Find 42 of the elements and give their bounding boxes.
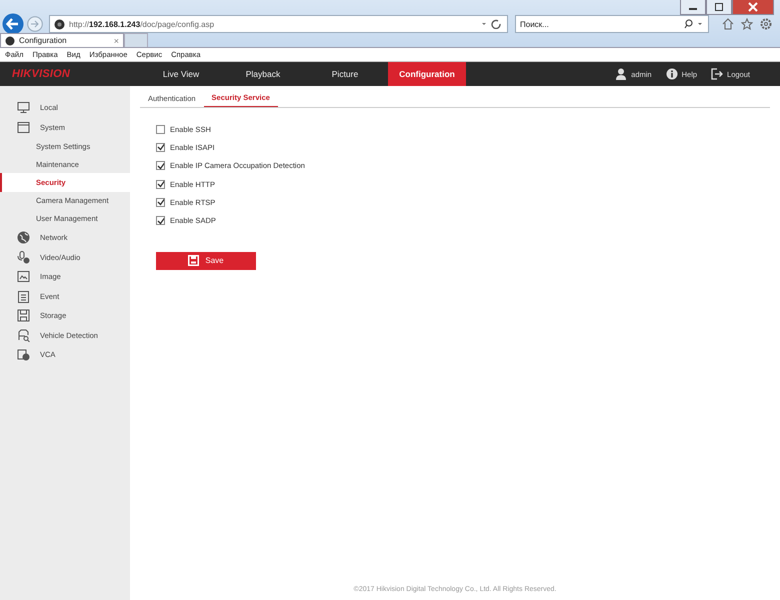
checkbox[interactable] xyxy=(156,216,165,226)
close-button[interactable] xyxy=(732,0,774,15)
search-icon xyxy=(684,19,704,29)
search-field[interactable]: Поиск... xyxy=(515,15,709,33)
section-icon xyxy=(17,290,30,303)
restore-button[interactable] xyxy=(706,0,732,15)
nav-tab[interactable]: Configuration xyxy=(388,62,466,86)
section-icon xyxy=(17,348,30,362)
star-icon[interactable] xyxy=(741,18,753,30)
tab-close-button[interactable]: × xyxy=(114,36,119,46)
back-button[interactable] xyxy=(2,13,24,35)
checkbox[interactable] xyxy=(156,180,165,189)
section-icon xyxy=(17,101,30,114)
restore-icon xyxy=(714,2,724,12)
logout-icon xyxy=(711,68,724,80)
info-icon xyxy=(666,68,678,80)
settings-icon[interactable] xyxy=(760,18,772,30)
minimize-button[interactable] xyxy=(680,0,706,15)
home-icon[interactable] xyxy=(722,18,734,30)
logo: HIKVISION xyxy=(11,68,72,80)
checkbox[interactable] xyxy=(156,161,165,170)
browser-tab[interactable]: Configuration × xyxy=(0,33,124,47)
section-icon xyxy=(17,120,30,134)
page-icon xyxy=(5,36,15,46)
nav-tab[interactable]: Picture xyxy=(306,62,384,86)
checkbox[interactable] xyxy=(156,198,165,207)
close-icon xyxy=(748,2,758,12)
user-icon xyxy=(615,68,628,80)
section-icon xyxy=(17,250,30,264)
page-icon xyxy=(54,18,65,30)
section-icon xyxy=(17,309,30,322)
nav-tab[interactable]: Live View xyxy=(142,62,220,86)
section-icon xyxy=(17,231,30,244)
section-icon xyxy=(17,270,30,284)
floppy-icon xyxy=(188,255,200,266)
save-button[interactable]: Save xyxy=(156,252,256,270)
checkbox[interactable] xyxy=(156,142,165,152)
nav-tab[interactable]: Playback xyxy=(224,62,302,86)
address-field[interactable]: http://192.168.1.243/doc/page/config.asp xyxy=(49,15,508,33)
checkbox[interactable] xyxy=(156,124,165,134)
section-icon xyxy=(17,328,30,342)
refresh-icon[interactable] xyxy=(481,19,503,29)
